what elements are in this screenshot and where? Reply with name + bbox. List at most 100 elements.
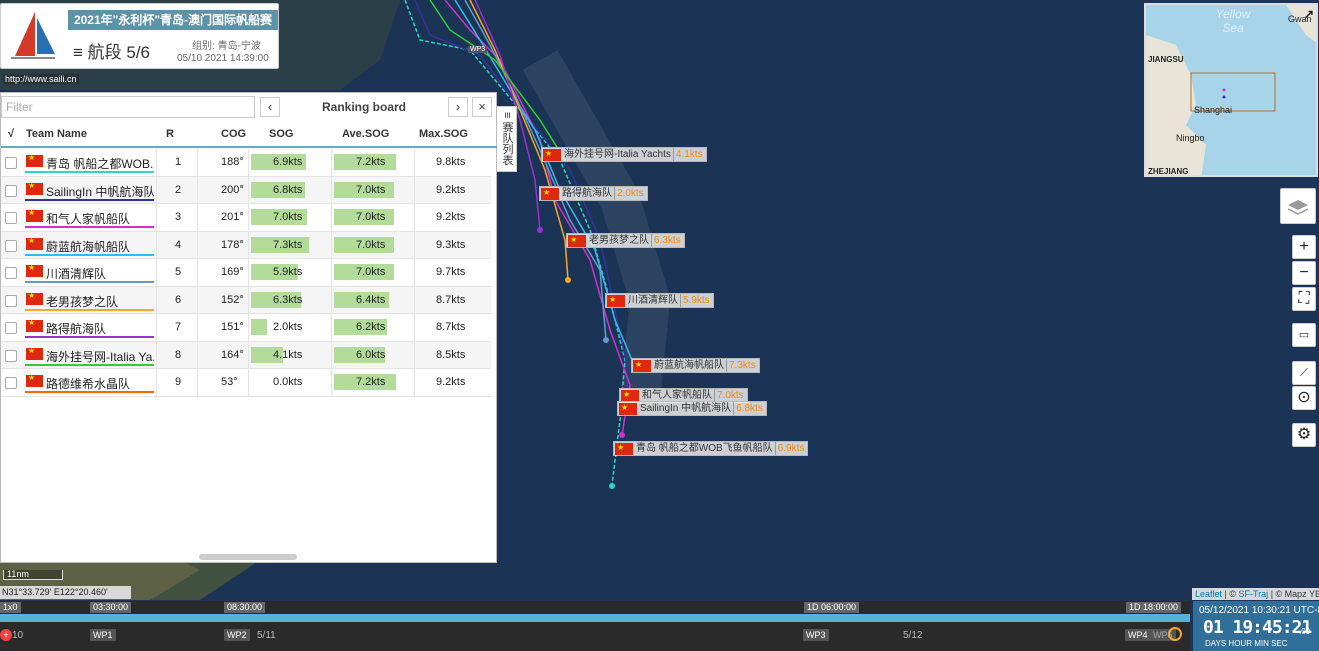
boat-label-7[interactable]: 路得航海队 2.0kts: [539, 186, 648, 201]
row-checkbox[interactable]: [5, 349, 17, 362]
website-link[interactable]: http://www.saili.cn: [3, 74, 79, 84]
table-row[interactable]: 海外挂号网-Italia Ya... 8 164° 4.1kts 6.0kts 8.5kt…: [1, 341, 491, 369]
locate-icon[interactable]: ⊙: [1292, 386, 1316, 410]
boat-label-2[interactable]: SailingIn 中帆航海队 6.8kts: [617, 401, 767, 416]
boat-label-speed: 6.8kts: [733, 402, 763, 415]
team-color-line: [25, 171, 154, 173]
boat-label-8[interactable]: 海外挂号网-Italia Yachts 4.1kts: [541, 147, 707, 162]
china-flag-icon: [26, 181, 43, 195]
ranking-panel: Filter ‹ Ranking board › × √ Team Name R…: [0, 92, 497, 563]
boat-label-name: 老男孩梦之队: [589, 235, 649, 246]
col-max-sog[interactable]: Max.SOG: [419, 128, 468, 140]
close-icon[interactable]: ×: [472, 97, 492, 117]
column-divider: [156, 286, 157, 313]
col-ave-sog[interactable]: Ave.SOG: [342, 128, 389, 140]
minimap-label: Shanghai: [1194, 105, 1233, 115]
boat-label-name: 蔚蓝航海帆船队: [654, 360, 724, 371]
row-checkbox[interactable]: [5, 294, 17, 307]
column-divider: [248, 149, 249, 176]
sftraj-link[interactable]: SF-Traj: [1239, 589, 1269, 599]
minimap[interactable]: Gwan Yellow Sea JIANGSU Shanghai Ningbo …: [1144, 3, 1318, 177]
max-sog-cell: 9.2kts: [436, 183, 466, 196]
max-sog-cell: 9.8kts: [436, 156, 466, 168]
table-row[interactable]: 蔚蓝航海帆船队 4 178° 7.3kts 7.0kts 9.3kts: [1, 231, 491, 259]
row-checkbox[interactable]: [5, 184, 17, 197]
sog-cell: 0.0kts: [273, 376, 303, 388]
layers-icon[interactable]: [1280, 188, 1316, 224]
waypoint-wp2[interactable]: WP2: [224, 629, 250, 641]
col-rank[interactable]: R: [166, 128, 174, 140]
table-row[interactable]: 川酒清辉队 5 169° 5.9kts 7.0kts 9.7kts: [1, 259, 491, 287]
table-row[interactable]: 路得航海队 7 151° 2.0kts 6.2kts 8.7kts: [1, 314, 491, 342]
column-divider: [248, 204, 249, 231]
china-flag-icon: [619, 401, 637, 415]
table-row[interactable]: 和气人家帆船队 3 201° 7.0kts 7.0kts 9.2kts: [1, 204, 491, 232]
boat-label-4[interactable]: 蔚蓝航海帆船队 7.3kts: [631, 358, 760, 373]
column-divider: [156, 204, 157, 231]
team-name: SailingIn 中帆航海队: [46, 184, 154, 199]
zoom-out-button[interactable]: −: [1292, 261, 1316, 285]
filter-input[interactable]: Filter: [1, 96, 255, 118]
race-header: 2021年"永利杯"青岛-澳门国际帆船赛 ≡ 航段 5/6 组别: 青岛-宁波 …: [0, 3, 279, 69]
playback-timeline[interactable]: 1x0 03:30:00 08:30:00 1D 06:00:00 1D 18:…: [0, 601, 1190, 651]
boat-label-speed: 5.9kts: [680, 294, 710, 307]
horizontal-scrollbar[interactable]: [199, 554, 297, 560]
col-cog[interactable]: COG: [221, 128, 246, 140]
table-row[interactable]: 老男孩梦之队 6 152° 6.3kts 6.4kts 8.7kts: [1, 286, 491, 314]
expand-icon[interactable]: ↗: [1304, 7, 1314, 21]
china-flag-icon: [26, 346, 43, 360]
boat-label-6[interactable]: 老男孩梦之队 6.3kts: [566, 233, 685, 248]
ruler-icon[interactable]: ▭: [1292, 323, 1316, 347]
column-divider: [197, 369, 198, 396]
timeline-progress[interactable]: [0, 614, 1190, 622]
china-flag-icon: [543, 147, 561, 161]
table-row[interactable]: 青岛 帆船之都WOB... 1 188° 6.9kts 7.2kts 9.8kts: [1, 149, 491, 177]
row-checkbox[interactable]: [5, 212, 17, 224]
team-name: 川酒清辉队: [46, 267, 107, 281]
start-marker-icon[interactable]: +: [0, 629, 12, 641]
fullscreen-icon[interactable]: ⛶: [1292, 287, 1316, 311]
sog-bar: [251, 319, 267, 335]
waypoint-wp4[interactable]: WP4: [1125, 629, 1151, 641]
stage-menu[interactable]: ≡ 航段 5/6: [73, 38, 150, 63]
settings-icon[interactable]: ⚙: [1292, 423, 1316, 447]
measure-icon[interactable]: ⟋: [1292, 361, 1316, 385]
column-divider: [331, 341, 332, 368]
table-row[interactable]: SailingIn 中帆航海队 2 200° 6.8kts 7.0kts 9.2kts: [1, 176, 491, 204]
leaflet-link[interactable]: Leaflet: [1195, 589, 1222, 599]
rank-cell: 2: [175, 183, 182, 196]
ave-sog-cell: 6.4kts: [356, 293, 386, 306]
table-row[interactable]: 路德维希水晶队 9 53° 0.0kts 7.2kts 9.2kts: [1, 369, 491, 397]
team-color-line: [25, 198, 154, 201]
row-checkbox[interactable]: [5, 322, 17, 334]
team-list-tab[interactable]: ≡ 赛队列表: [497, 106, 517, 172]
ave-sog-cell: 7.0kts: [356, 238, 386, 251]
boat-label-5[interactable]: 川酒清辉队 5.9kts: [605, 293, 714, 308]
column-divider: [248, 369, 249, 396]
waypoint-wp3[interactable]: WP3: [803, 629, 829, 641]
col-select[interactable]: √: [8, 128, 14, 140]
team-color-line: [25, 363, 154, 366]
column-divider: [331, 176, 332, 203]
waypoint-marker[interactable]: WP3: [468, 46, 488, 53]
boat-label-1[interactable]: 青岛 帆船之都WOB飞鱼帆船队 6.9kts: [613, 441, 809, 456]
row-checkbox[interactable]: [5, 157, 17, 169]
playhead-handle[interactable]: [1168, 627, 1182, 641]
col-team-name[interactable]: Team Name: [26, 128, 87, 140]
boat-label-name: 川酒清辉队: [628, 295, 678, 306]
column-divider: [414, 149, 415, 176]
ranking-rows: 青岛 帆船之都WOB... 1 188° 6.9kts 7.2kts 9.8kts Sail…: [1, 149, 491, 397]
row-checkbox[interactable]: [5, 239, 17, 252]
day-label: 5/11: [257, 630, 276, 641]
row-checkbox[interactable]: [5, 377, 17, 389]
next-board-button[interactable]: ›: [448, 97, 468, 117]
row-checkbox[interactable]: [5, 267, 17, 279]
max-sog-cell: 9.2kts: [436, 211, 466, 223]
zoom-in-button[interactable]: +: [1292, 235, 1316, 259]
prev-board-button[interactable]: ‹: [260, 97, 280, 117]
china-flag-icon: [26, 236, 43, 250]
boat-label-name: 海外挂号网-Italia Yachts: [564, 149, 671, 160]
board-title: Ranking board: [321, 100, 406, 114]
waypoint-wp1[interactable]: WP1: [90, 629, 116, 641]
col-sog[interactable]: SOG: [269, 128, 293, 140]
